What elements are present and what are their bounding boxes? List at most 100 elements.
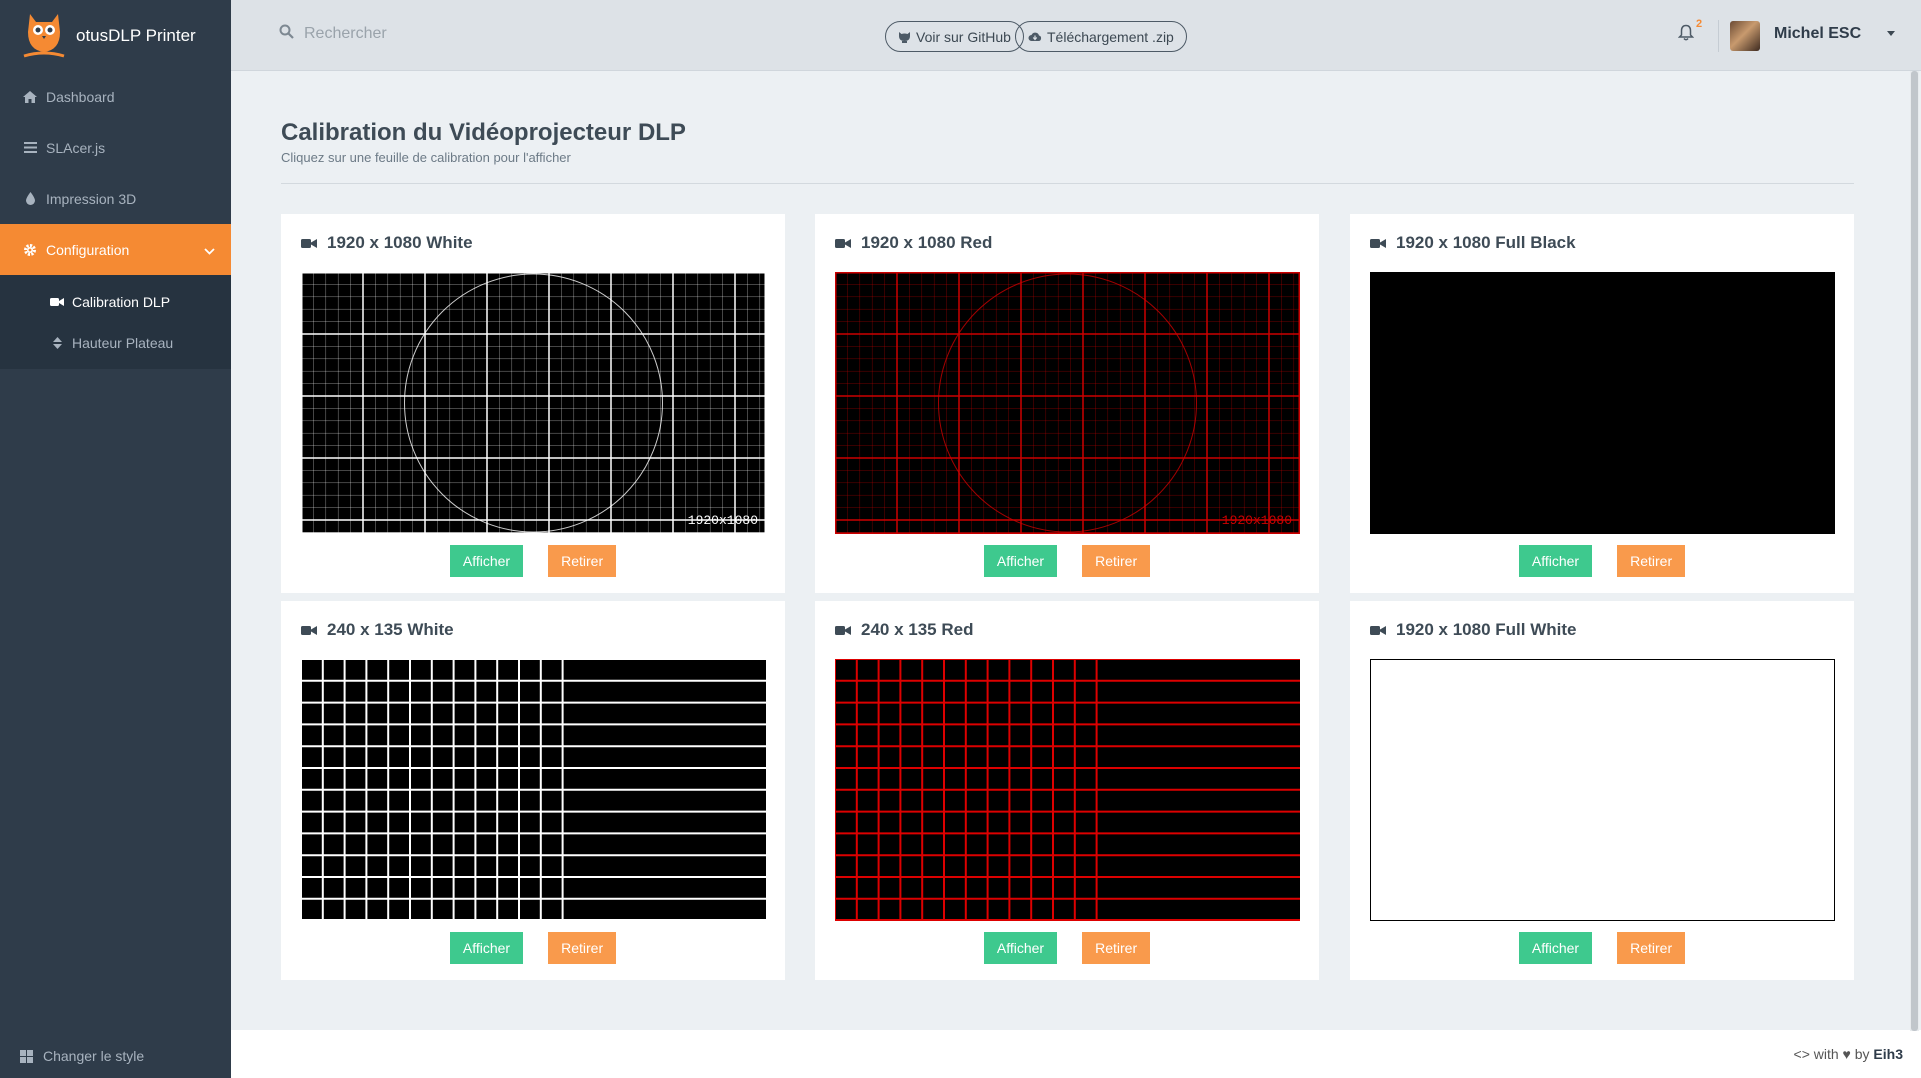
bars-icon (22, 142, 38, 153)
video-icon (1370, 238, 1386, 249)
app-title: otusDLP Printer (76, 25, 196, 45)
user-name[interactable]: Michel ESC (1774, 25, 1861, 43)
calibration-pattern (1370, 659, 1835, 921)
gear-icon (22, 243, 38, 257)
calibration-card: 1920 x 1080 Full White Afficher Retirer (1350, 601, 1854, 980)
calibration-preview[interactable]: 1920x1080 (835, 272, 1300, 534)
change-style-button[interactable]: Changer le style (0, 1034, 231, 1078)
card-title-text: 240 x 135 Red (861, 620, 974, 639)
drop-icon (22, 192, 38, 205)
download-zip-button[interactable]: Téléchargement .zip (1015, 21, 1187, 52)
page-title: Calibration du Vidéoprojecteur DLP (281, 119, 686, 146)
avatar[interactable] (1730, 21, 1760, 51)
topbar: Voir sur GitHub Téléchargement .zip 2 Mi… (231, 0, 1921, 71)
remove-button[interactable]: Retirer (1082, 545, 1151, 577)
card-title: 1920 x 1080 White (301, 233, 473, 253)
card-title: 1920 x 1080 Red (835, 233, 992, 253)
configuration-submenu: Calibration DLP Hauteur Plateau (0, 275, 231, 369)
card-title: 240 x 135 Red (835, 620, 973, 640)
owl-logo-icon (23, 13, 65, 57)
subitem-label: Hauteur Plateau (72, 334, 174, 351)
subitem-label: Calibration DLP (72, 293, 171, 310)
card-title: 1920 x 1080 Full Black (1370, 233, 1576, 253)
card-title-text: 1920 x 1080 White (327, 233, 473, 252)
sidebar-item-dashboard[interactable]: Dashboard (0, 71, 231, 122)
calibration-preview[interactable] (1370, 659, 1835, 921)
calibration-card: 240 x 135 White Afficher Retirer (281, 601, 785, 980)
calibration-card: 1920 x 1080 Full Black Afficher Retirer (1350, 214, 1854, 593)
change-style-label: Changer le style (43, 1048, 145, 1064)
calibration-pattern: 1920x1080 (301, 272, 766, 534)
calibration-pattern: 1920x1080 (835, 272, 1300, 534)
page-subtitle: Cliquez sur une feuille de calibration p… (281, 150, 571, 165)
sidebar: otusDLP Printer Dashboard SLAcer.js Impr… (0, 0, 231, 1078)
home-icon (22, 90, 38, 103)
cloud-download-icon (1028, 31, 1042, 42)
remove-button[interactable]: Retirer (1617, 932, 1686, 964)
card-title-text: 1920 x 1080 Red (861, 233, 993, 252)
calibration-card: 1920 x 1080 Red 1920x1080 Afficher Retir… (815, 214, 1319, 593)
bell-icon[interactable] (1677, 24, 1695, 46)
divider (281, 183, 1854, 184)
sidebar-item-label: Dashboard (46, 88, 115, 105)
remove-button[interactable]: Retirer (1617, 545, 1686, 577)
video-icon (1370, 625, 1386, 636)
show-button[interactable]: Afficher (983, 545, 1058, 577)
video-icon (835, 238, 851, 249)
sidebar-item-slacer[interactable]: SLAcer.js (0, 122, 231, 173)
search-box (279, 24, 562, 44)
remove-button[interactable]: Retirer (548, 932, 617, 964)
calibration-preview[interactable] (301, 659, 766, 921)
calibration-card: 1920 x 1080 White 1920x1080 Afficher Ret… (281, 214, 785, 593)
show-button[interactable]: Afficher (449, 932, 524, 964)
calibration-preview[interactable] (1370, 272, 1835, 534)
sidebar-item-impression-3d[interactable]: Impression 3D (0, 173, 231, 224)
user-menu-caret-icon[interactable] (1887, 31, 1895, 36)
calibration-pattern (835, 659, 1300, 921)
sidebar-item-configuration[interactable]: Configuration (0, 224, 231, 275)
scrollbar[interactable] (1910, 71, 1919, 1031)
remove-button[interactable]: Retirer (548, 545, 617, 577)
calibration-pattern (301, 659, 766, 921)
search-icon (279, 24, 294, 44)
download-label: Téléchargement .zip (1047, 28, 1174, 45)
sidebar-item-calibration-dlp[interactable]: Calibration DLP (0, 281, 231, 322)
show-button[interactable]: Afficher (1518, 932, 1593, 964)
sidebar-item-hauteur-plateau[interactable]: Hauteur Plateau (0, 322, 231, 363)
card-title-text: 1920 x 1080 Full White (1396, 620, 1577, 639)
resolution-label: 1920x1080 (688, 513, 758, 528)
footer: <> with ♥ by Eih3 (231, 1030, 1921, 1078)
card-title-text: 1920 x 1080 Full Black (1396, 233, 1576, 252)
show-button[interactable]: Afficher (449, 545, 524, 577)
sidebar-item-label: Configuration (46, 241, 130, 258)
footer-prefix: <> with ♥ by (1793, 1046, 1870, 1062)
scrollbar-thumb[interactable] (1911, 71, 1918, 1031)
search-input[interactable] (302, 24, 562, 44)
calibration-pattern (1370, 272, 1835, 534)
calibration-preview[interactable] (835, 659, 1300, 921)
resolution-label: 1920x1080 (1222, 513, 1292, 528)
sidebar-item-label: SLAcer.js (46, 139, 106, 156)
show-button[interactable]: Afficher (1518, 545, 1593, 577)
brand[interactable]: otusDLP Printer (0, 0, 231, 71)
card-title: 1920 x 1080 Full White (1370, 620, 1576, 640)
topbar-divider (1718, 20, 1719, 52)
footer-author[interactable]: Eih3 (1873, 1046, 1903, 1062)
sort-icon (50, 336, 64, 349)
chevron-down-icon (204, 242, 215, 258)
github-icon (898, 31, 911, 43)
sidebar-item-label: Impression 3D (46, 190, 137, 207)
calibration-preview[interactable]: 1920x1080 (301, 272, 766, 534)
notification-count-badge: 2 (1696, 18, 1703, 30)
calibration-card: 240 x 135 Red Afficher Retirer (815, 601, 1319, 980)
footer-credit: <> with ♥ by Eih3 (1794, 1046, 1903, 1062)
video-icon (301, 625, 317, 636)
card-title: 240 x 135 White (301, 620, 454, 640)
video-icon (301, 238, 317, 249)
card-title-text: 240 x 135 White (327, 620, 454, 639)
grid-icon (20, 1049, 33, 1063)
video-icon (50, 297, 64, 307)
show-button[interactable]: Afficher (983, 932, 1058, 964)
remove-button[interactable]: Retirer (1082, 932, 1151, 964)
github-button[interactable]: Voir sur GitHub (885, 21, 1024, 52)
